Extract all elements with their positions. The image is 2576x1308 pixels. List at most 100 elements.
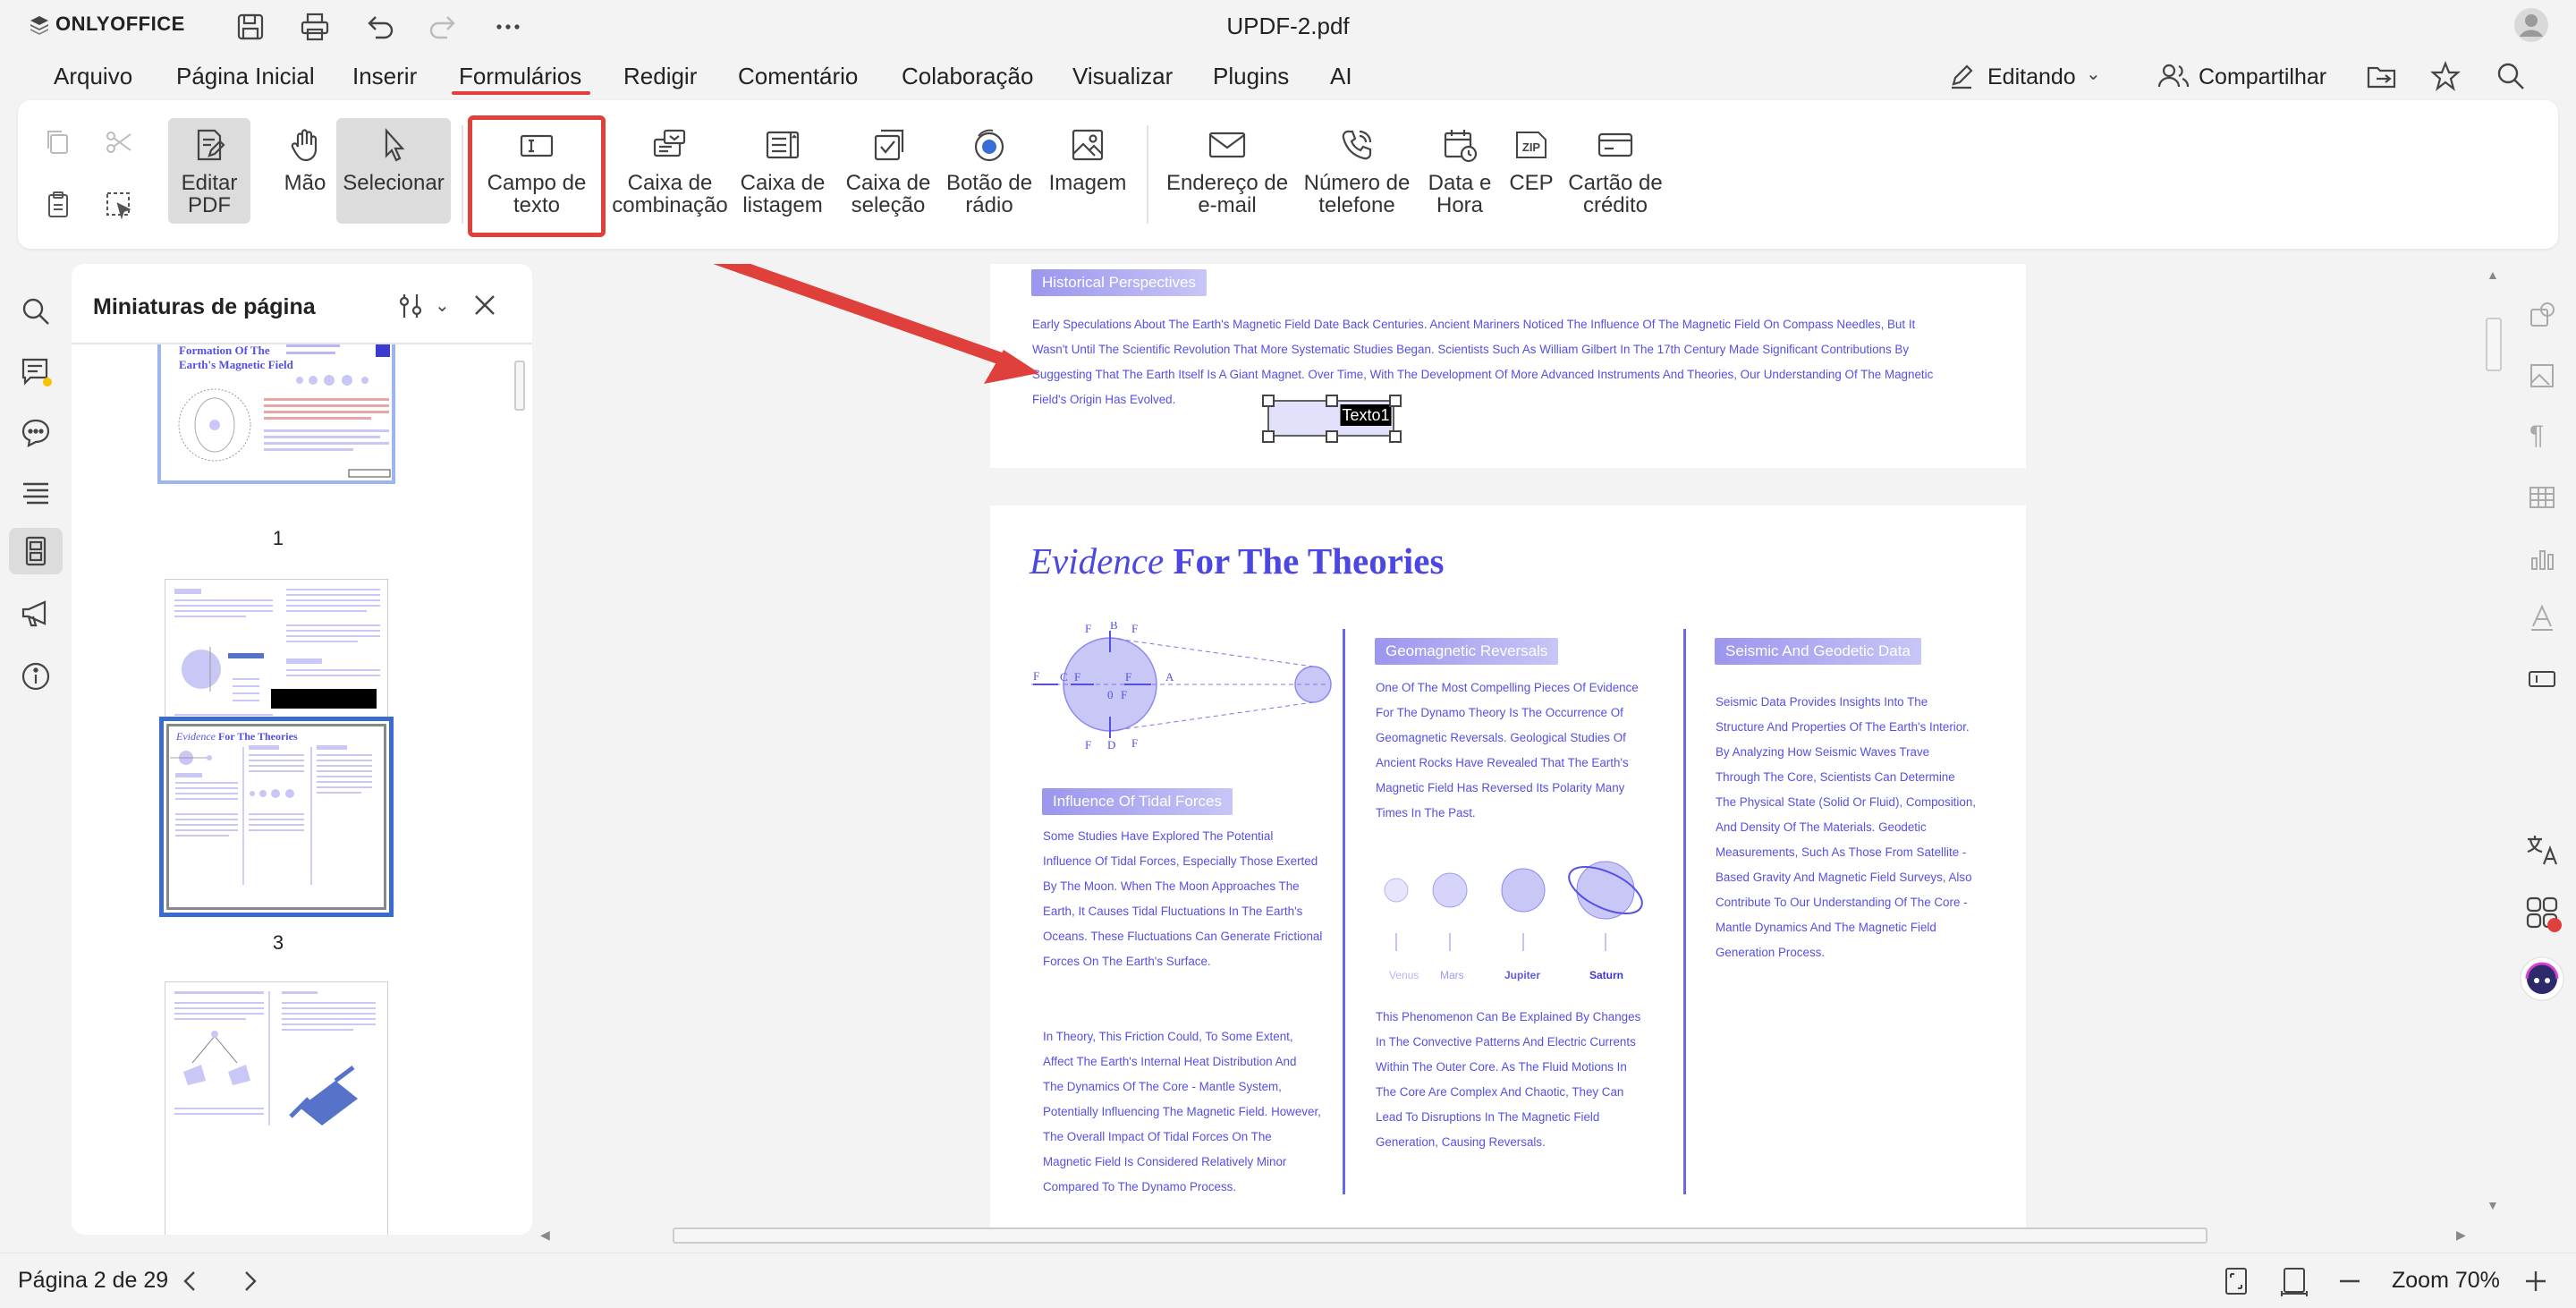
phone-label-1: Número de [1303, 171, 1411, 195]
zoom-out-icon[interactable] [2336, 1266, 2363, 1296]
menu-visualizar[interactable]: Visualizar [1072, 54, 1173, 98]
image-icon [1072, 129, 1104, 161]
checkbox-label-1: Caixa de [845, 171, 931, 195]
checkbox-button[interactable]: Caixa de seleção [839, 118, 937, 217]
document-h-scroll-thumb[interactable] [673, 1227, 2207, 1244]
zoom-in-icon[interactable] [2522, 1266, 2549, 1296]
scroll-right-icon[interactable]: ▶ [2456, 1227, 2466, 1243]
chat-icon[interactable] [20, 417, 52, 449]
translate-icon[interactable] [2524, 832, 2560, 868]
menu-comentario[interactable]: Comentário [738, 54, 858, 98]
cut-icon[interactable] [104, 127, 134, 157]
column-divider [1343, 629, 1345, 1194]
radio-label-2: rádio [965, 193, 1013, 217]
thumbnail-settings-icon[interactable] [395, 291, 426, 321]
fit-to-width-icon[interactable] [2279, 1266, 2309, 1296]
find-icon[interactable] [20, 295, 52, 327]
select-all-icon[interactable] [104, 190, 134, 220]
menu-ai[interactable]: AI [1330, 54, 1352, 98]
menu-arquivo[interactable]: Arquivo [54, 54, 132, 98]
headings-icon[interactable] [20, 478, 52, 510]
calendar-clock-icon [1444, 130, 1478, 163]
phone-button[interactable]: Número de telefone [1297, 118, 1417, 217]
left-rail [0, 259, 72, 1253]
thumbnail-scrollbar[interactable] [514, 361, 525, 411]
comments-icon[interactable] [20, 356, 52, 388]
svg-text:D: D [1107, 738, 1115, 752]
ai-assistant-icon[interactable] [2519, 956, 2565, 1002]
plugin-apps-icon[interactable] [2524, 895, 2563, 934]
menu-plugins[interactable]: Plugins [1213, 54, 1289, 98]
email-button[interactable]: Endereço de e-mail [1147, 118, 1308, 217]
menu-redigir[interactable]: Redigir [623, 54, 697, 98]
favorite-star-icon[interactable] [2430, 61, 2461, 91]
resize-handle[interactable] [1389, 395, 1402, 407]
list-box-label-1: Caixa de [740, 171, 826, 195]
page-indicator[interactable]: Página 2 de 29 [18, 1268, 168, 1294]
user-avatar-icon[interactable] [2513, 7, 2549, 43]
thumbnail-settings-chevron-icon[interactable]: ⌄ [435, 294, 450, 317]
form-field-settings-icon[interactable] [2528, 664, 2556, 692]
list-box-icon [766, 131, 800, 159]
more-icon[interactable] [492, 11, 524, 43]
combo-box-button[interactable]: Caixa de combinação [610, 118, 730, 217]
menu-pagina-inicial[interactable]: Página Inicial [176, 54, 315, 98]
file-name: UPDF-2.pdf [1226, 13, 1350, 39]
copy-icon[interactable] [43, 127, 73, 157]
open-file-location-icon[interactable] [2366, 61, 2398, 91]
menu-bar: Arquivo Página Inicial Inserir Formulári… [0, 54, 2576, 98]
svg-text:F: F [1033, 669, 1039, 683]
image-settings-icon[interactable] [2528, 361, 2556, 390]
close-panel-icon[interactable] [470, 291, 499, 319]
menu-colaboracao[interactable]: Colaboração [902, 54, 1033, 98]
planet-label-mars: Mars [1440, 969, 1464, 981]
document-vertical-scrollbar[interactable]: ▲ ▼ [2483, 264, 2506, 1230]
thumbnail-page-3[interactable]: Evidence For The Theories [159, 717, 394, 917]
previous-page-icon[interactable] [179, 1268, 202, 1295]
shape-settings-icon[interactable] [2528, 301, 2556, 329]
svg-text:F: F [1131, 736, 1138, 750]
tidal-forces-tag: Influence Of Tidal Forces [1042, 788, 1233, 815]
search-icon[interactable] [2496, 61, 2526, 91]
zip-code-button[interactable]: ZIP CEP [1503, 118, 1560, 194]
zoom-level[interactable]: Zoom 70% [2392, 1268, 2500, 1294]
hand-tool-button[interactable]: Mão [277, 118, 333, 194]
resize-handle[interactable] [1389, 430, 1402, 443]
save-icon[interactable] [234, 11, 267, 43]
tidal-text-1: Some Studies Have Explored The Potential… [1043, 829, 1323, 968]
scroll-left-icon[interactable]: ◀ [540, 1227, 550, 1243]
table-settings-icon[interactable] [2528, 483, 2556, 512]
print-icon[interactable] [299, 11, 331, 43]
credit-card-button[interactable]: Cartão de crédito [1562, 118, 1669, 217]
chart-settings-icon[interactable] [2528, 544, 2556, 573]
image-button[interactable]: Imagem [1043, 118, 1132, 194]
scroll-down-icon[interactable]: ▼ [2487, 1198, 2499, 1212]
paragraph-settings-icon[interactable]: ¶ [2529, 420, 2544, 451]
radio-button-button[interactable]: Botão de rádio [941, 118, 1038, 217]
select-tool-button[interactable]: Selecionar [336, 118, 451, 224]
app-brand: ONLYOFFICE [55, 13, 185, 35]
thumb4-preview [174, 991, 376, 1125]
tidal-forces-diagram: FBF FCFFA 0F FDF [1031, 622, 1332, 752]
document-horizontal-scrollbar[interactable]: ◀ ▶ [537, 1226, 2469, 1245]
announcement-icon[interactable] [20, 598, 52, 630]
list-box-button[interactable]: Caixa de listagem [733, 118, 832, 217]
page-thumbnails-icon[interactable] [20, 535, 52, 567]
next-page-icon[interactable] [238, 1268, 261, 1295]
scroll-up-icon[interactable]: ▲ [2487, 268, 2499, 282]
document-scroll-thumb[interactable] [2486, 318, 2502, 371]
redo-icon[interactable] [428, 11, 460, 43]
thumbnail-page-1[interactable]: Formation Of The Earth's Magnetic Field [157, 344, 395, 484]
edit-pdf-button[interactable]: Editar PDF [168, 118, 250, 224]
svg-text:A: A [1165, 670, 1174, 684]
info-icon[interactable] [20, 660, 52, 692]
menu-inserir[interactable]: Inserir [352, 54, 417, 98]
undo-icon[interactable] [363, 11, 395, 43]
thumbnail-page-4[interactable] [165, 981, 388, 1235]
combo-box-icon [653, 129, 686, 157]
paste-icon[interactable] [43, 190, 73, 220]
text-art-settings-icon[interactable] [2528, 603, 2556, 632]
checkbox-icon [874, 129, 904, 161]
date-time-button[interactable]: Data e Hora [1420, 118, 1499, 217]
fit-to-page-icon[interactable] [2222, 1266, 2250, 1296]
